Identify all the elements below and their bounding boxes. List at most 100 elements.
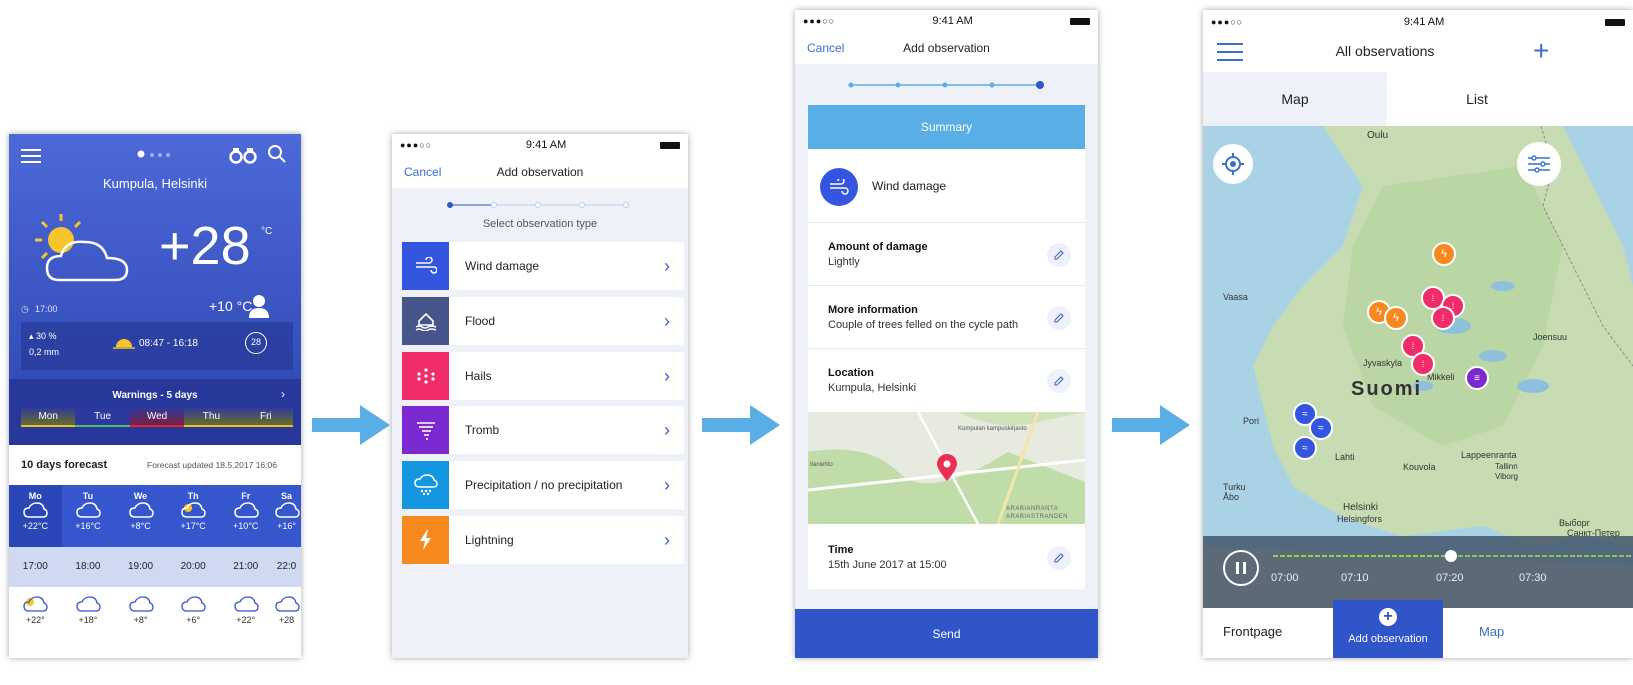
view-tabs: Map List — [1203, 72, 1633, 126]
lightning-icon: ϟ — [1376, 306, 1382, 318]
map-marker-wind[interactable]: ≈ — [1309, 416, 1333, 440]
hour-label: 22:0 — [276, 561, 297, 572]
chevron-right-icon: › — [281, 387, 285, 401]
warnings-panel[interactable]: Warnings - 5 days › Mon Tue Wed Thu Fri — [9, 379, 301, 445]
map-marker-hail[interactable]: ⁞ — [1411, 352, 1435, 376]
day-temp: +8°C — [130, 521, 151, 531]
forecast-header: 10 days forecast Forecast updated 18.5.2… — [9, 445, 301, 485]
map-city-label: Tallinn — [1495, 462, 1518, 471]
chevron-right-icon: › — [664, 474, 670, 495]
feels-like-temp: +10 °C — [209, 298, 253, 314]
chevron-right-icon: › — [664, 255, 670, 276]
edit-pencil-icon[interactable] — [1047, 546, 1071, 570]
map-city-label: Выборг — [1559, 518, 1590, 528]
time-value: 15th June 2017 at 15:00 — [828, 559, 947, 571]
summary-field-row[interactable]: Amount of damage Lightly — [808, 223, 1085, 286]
observation-type-wind[interactable]: Wind damage › — [402, 242, 684, 290]
add-observation-button[interactable]: + Add observation — [1333, 600, 1443, 658]
map-marker-lightning[interactable]: ϟ — [1432, 242, 1456, 266]
hour-label: 19:00 — [128, 561, 154, 572]
map-city-label: Pori — [1243, 416, 1260, 426]
map-marker-lightning[interactable]: ϟ — [1384, 306, 1408, 330]
binoculars-icon[interactable] — [229, 146, 257, 169]
location-map-thumbnail[interactable]: Kumpulan kampuskirjasto Ilaniehto ARABIA… — [808, 412, 1085, 524]
day-temp: +16°C — [75, 521, 101, 531]
hail-icon: ⁞ — [1411, 341, 1415, 351]
day-column[interactable]: Mo +22°C — [9, 485, 62, 547]
observation-type-flood[interactable]: Flood › — [402, 297, 684, 345]
summary-field-row[interactable]: More information Couple of trees felled … — [808, 286, 1085, 349]
observation-type-label: Wind damage — [465, 259, 540, 273]
map-marker-hail[interactable]: ⁞ — [1431, 306, 1455, 330]
summary-field-row[interactable]: Time 15th June 2017 at 15:00 — [808, 524, 1085, 589]
add-observation-label: Add observation — [1348, 633, 1428, 645]
cancel-button[interactable]: Cancel — [404, 165, 441, 179]
day-column[interactable]: Th +17°C — [167, 485, 220, 547]
observation-type-lightning[interactable]: Lightning › — [402, 516, 684, 564]
my-location-button[interactable] — [1213, 144, 1253, 184]
day-temp: +22°C — [22, 521, 48, 531]
filter-button[interactable] — [1517, 142, 1561, 186]
send-button[interactable]: Send — [795, 609, 1098, 658]
hour-label: 18:00 — [75, 561, 101, 572]
day-column[interactable]: Sa +16° — [272, 485, 301, 547]
day-name: Th — [187, 491, 199, 501]
map-city-label: Joensuu — [1533, 332, 1568, 342]
edit-pencil-icon[interactable] — [1047, 306, 1071, 330]
add-icon[interactable]: + — [1533, 37, 1549, 65]
flow-arrow — [702, 405, 780, 445]
field-label: Location — [828, 367, 874, 379]
tab-map[interactable]: Map — [1203, 72, 1387, 126]
tab-list[interactable]: List — [1387, 72, 1567, 126]
observation-type-label: Hails — [465, 369, 492, 383]
weather-frontpage-screen: Kumpula, Helsinki +28 °C ◷ 17:00 +10 °C — [9, 134, 301, 658]
field-value: Lightly — [828, 256, 860, 268]
nav-frontpage[interactable]: Frontpage — [1223, 624, 1282, 639]
day-column[interactable]: Tu +16°C — [62, 485, 115, 547]
observation-type-precipitation[interactable]: Precipitation / no precipitation › — [402, 461, 684, 509]
map-city-label: Viborg — [1495, 472, 1518, 481]
status-bar: ●●●○○ 9:41 AM — [795, 10, 1098, 32]
observation-type-tromb[interactable]: Tromb › — [402, 406, 684, 454]
battery-icon — [1069, 17, 1090, 25]
menu-icon[interactable] — [21, 148, 41, 169]
map-marker-wind[interactable]: ≈ — [1293, 436, 1317, 460]
temperature-unit: °C — [261, 226, 273, 237]
chevron-right-icon: › — [664, 310, 670, 331]
edit-pencil-icon[interactable] — [1047, 243, 1071, 267]
timeline-player — [1203, 536, 1633, 608]
map-country-label: Suomi — [1351, 378, 1423, 400]
map-city-label: Helsingfors — [1337, 514, 1383, 524]
observation-type-hails[interactable]: Hails › — [402, 352, 684, 400]
screen-title: All observations — [1335, 43, 1435, 59]
cancel-button[interactable]: Cancel — [807, 41, 844, 55]
warning-day: Thu — [184, 407, 239, 427]
summary-field-row[interactable]: Location Kumpula, Helsinki — [808, 349, 1085, 412]
search-icon[interactable] — [267, 144, 287, 169]
lightning-icon — [402, 516, 449, 564]
pause-button[interactable] — [1223, 550, 1259, 586]
cloud-icon — [219, 501, 272, 521]
cloud-rain-icon — [402, 461, 449, 509]
day-temp: +17°C — [180, 521, 206, 531]
hour-temp: +22° — [236, 615, 256, 625]
sun-times: 08:47 - 16:18 — [139, 338, 198, 349]
partly-cloudy-icon — [167, 501, 220, 521]
sunrise-icon — [113, 335, 135, 354]
hail-icon: ⁞ — [1441, 313, 1445, 323]
field-label: Amount of damage — [828, 241, 928, 253]
map-city-label: Helsinki — [1343, 502, 1379, 513]
edit-pencil-icon[interactable] — [1047, 369, 1071, 393]
wind-icon — [820, 168, 858, 206]
day-column[interactable]: We +8°C — [114, 485, 167, 547]
day-column[interactable]: Fr +10°C — [219, 485, 272, 547]
warning-day: Tue — [75, 407, 130, 427]
nav-bar: Cancel Add observation — [392, 156, 688, 188]
map-marker-tromb[interactable]: ≡ — [1465, 366, 1489, 390]
nav-map[interactable]: Map — [1479, 624, 1504, 639]
timeline-track[interactable] — [1273, 548, 1633, 568]
hour-cell: +28 — [272, 587, 301, 658]
status-bar: ●●●○○ 9:41 AM — [392, 134, 688, 156]
day-name: Sa — [281, 491, 293, 501]
page-indicator — [136, 148, 176, 166]
